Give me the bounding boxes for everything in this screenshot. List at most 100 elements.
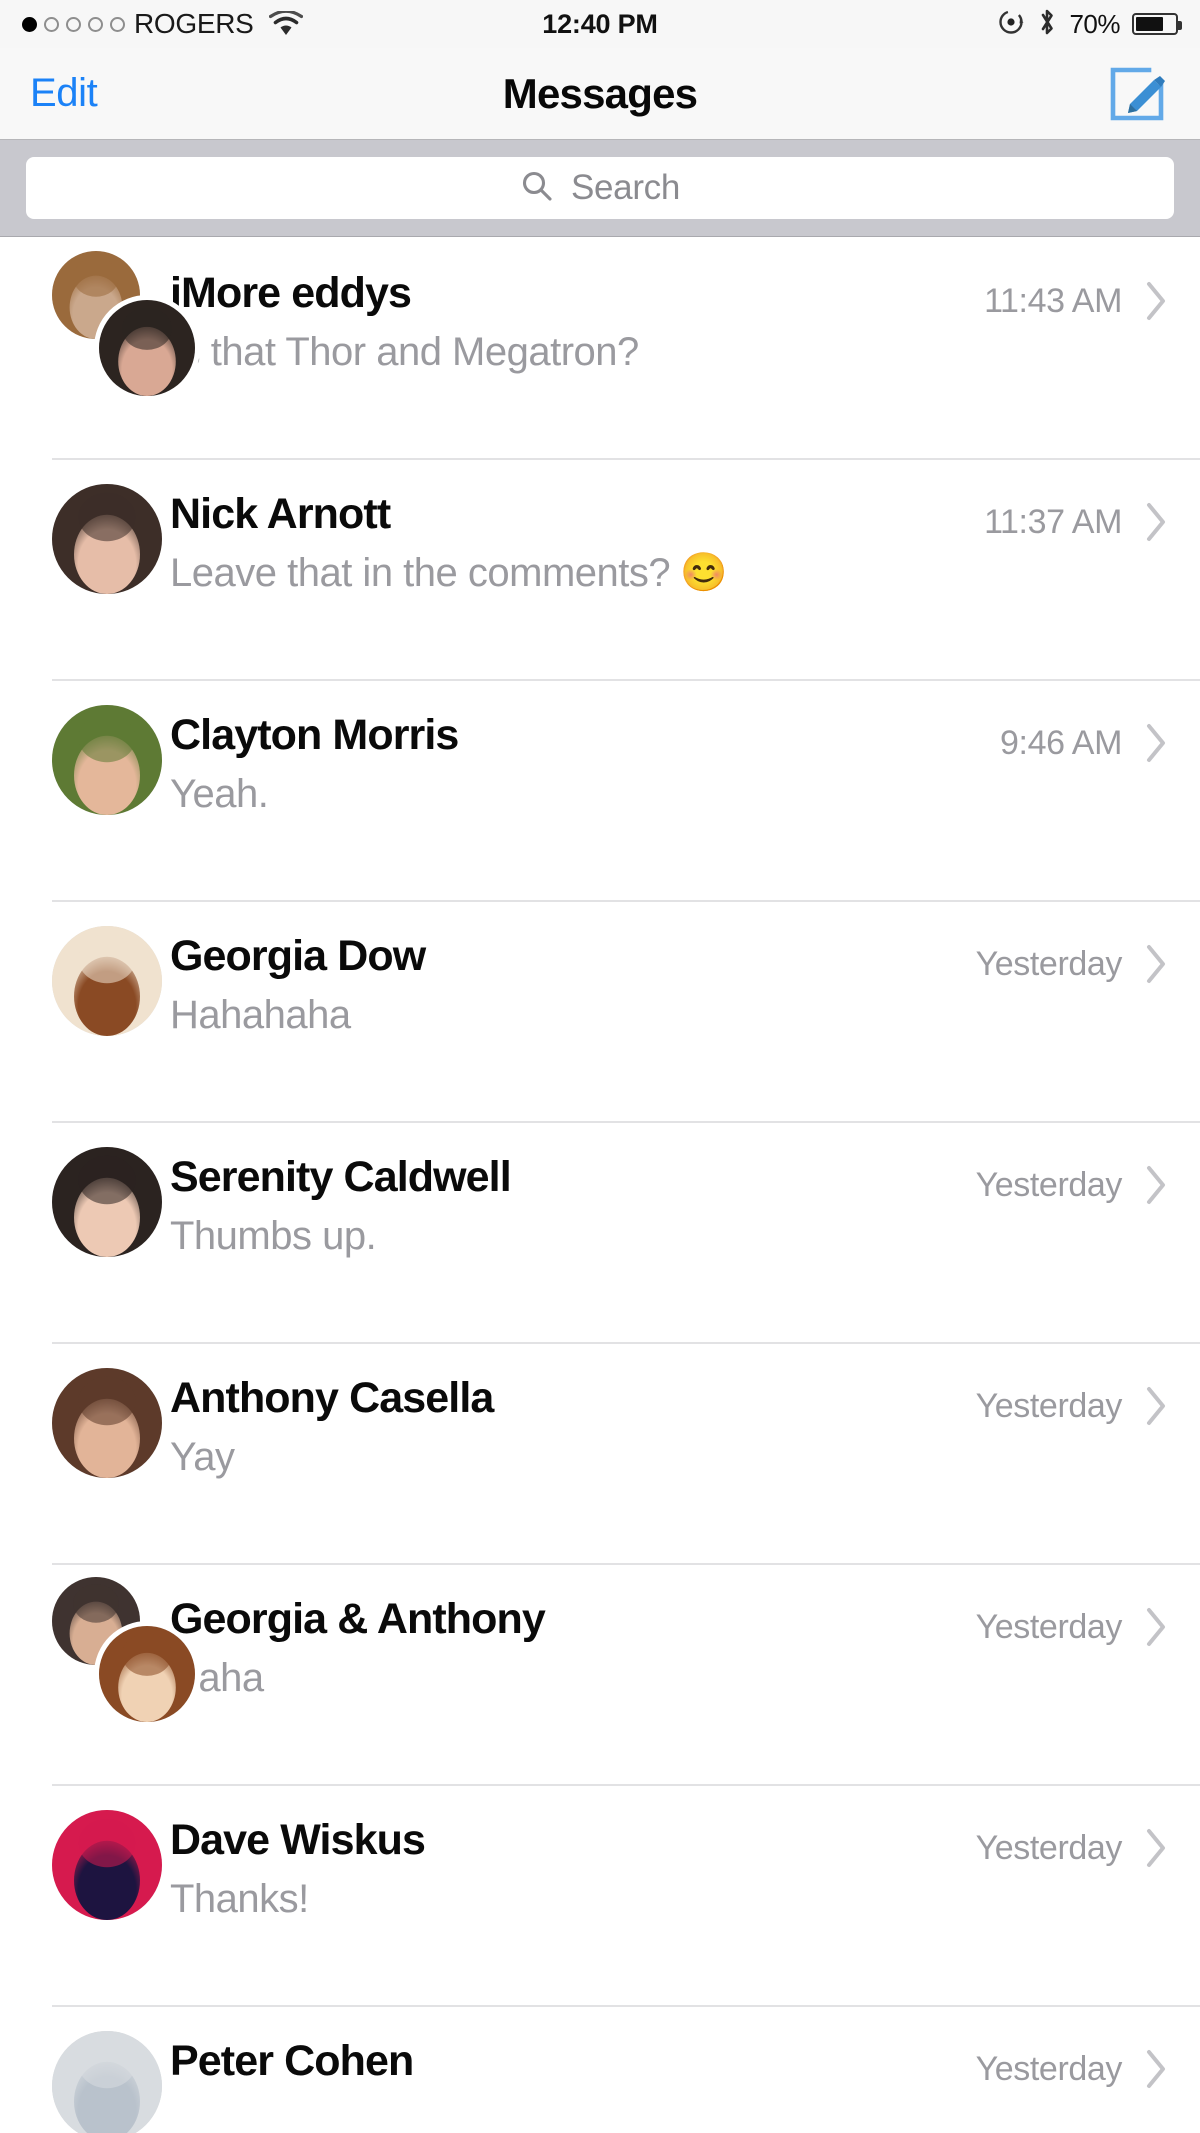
search-icon bbox=[520, 169, 554, 208]
preview-text: Leave that in the comments? bbox=[170, 551, 671, 596]
conversation-text: Georgia Dow Hahahaha bbox=[170, 900, 976, 1037]
conversation-text: Peter Cohen bbox=[170, 2005, 976, 2098]
chevron-right-icon bbox=[1144, 1826, 1170, 1870]
status-bar-left: ROGERS bbox=[22, 8, 303, 40]
conversation-timestamp: 11:37 AM bbox=[984, 502, 1122, 541]
preview-emoji-icon: 😊 bbox=[680, 552, 727, 595]
conversation-name: Peter Cohen bbox=[170, 2039, 414, 2085]
chevron-right-icon bbox=[1144, 500, 1170, 544]
conversation-preview: Hahahaha bbox=[170, 993, 976, 1037]
conversation-row[interactable]: Serenity Caldwell Thumbs up. Yesterday bbox=[0, 1121, 1200, 1342]
conversation-name: Serenity Caldwell bbox=[170, 1155, 512, 1201]
avatar bbox=[52, 1342, 170, 1492]
edit-button[interactable]: Edit bbox=[30, 71, 98, 116]
avatar-group-front bbox=[94, 295, 200, 401]
avatar bbox=[52, 1784, 170, 1934]
chevron-right-icon bbox=[1144, 1384, 1170, 1428]
avatar bbox=[52, 900, 170, 1050]
conversation-list: iMore eddys Is that Thor and Megatron? 11:… bbox=[0, 237, 1200, 2133]
search-input[interactable]: Search bbox=[26, 157, 1174, 219]
conversation-text: Georgia & Anthony Haha bbox=[170, 1563, 976, 1700]
chevron-right-icon bbox=[1144, 1605, 1170, 1649]
preview-text: Thumbs up. bbox=[170, 1214, 377, 1259]
conversation-text: Clayton Morris Yeah. bbox=[170, 679, 1000, 816]
conversation-meta: 9:46 AM bbox=[1000, 679, 1170, 765]
conversation-row[interactable]: Anthony Casella Yay Yesterday bbox=[0, 1342, 1200, 1563]
avatar bbox=[52, 237, 200, 401]
conversation-name: Georgia & Anthony bbox=[170, 1597, 546, 1643]
conversation-name: Anthony Casella bbox=[170, 1376, 494, 1422]
conversation-timestamp: Yesterday bbox=[975, 2049, 1123, 2088]
conversation-name: Clayton Morris bbox=[170, 713, 459, 759]
conversation-timestamp: Yesterday bbox=[975, 1386, 1123, 1425]
chevron-right-icon bbox=[1144, 2047, 1170, 2091]
preview-text: Thanks! bbox=[170, 1877, 309, 1922]
avatar-photo bbox=[52, 2031, 162, 2133]
avatar-photo bbox=[52, 926, 162, 1036]
conversation-meta: Yesterday bbox=[976, 2005, 1170, 2091]
carrier-label: ROGERS bbox=[134, 8, 254, 39]
chevron-right-icon bbox=[1144, 1163, 1170, 1207]
conversation-preview: Is that Thor and Megatron? bbox=[170, 330, 984, 374]
conversation-row[interactable]: Dave Wiskus Thanks! Yesterday bbox=[0, 1784, 1200, 2005]
conversation-meta: 11:43 AM bbox=[984, 237, 1170, 323]
conversation-row[interactable]: Peter Cohen Yesterday bbox=[0, 2005, 1200, 2133]
conversation-preview: Yeah. bbox=[170, 772, 1000, 816]
preview-text: Yeah. bbox=[170, 772, 269, 817]
conversation-name: Dave Wiskus bbox=[170, 1818, 426, 1864]
conversation-row[interactable]: Georgia Dow Hahahaha Yesterday bbox=[0, 900, 1200, 1121]
avatar-photo bbox=[52, 484, 162, 594]
conversation-text: Serenity Caldwell Thumbs up. bbox=[170, 1121, 976, 1258]
compose-icon bbox=[1110, 67, 1165, 120]
avatar-group-front bbox=[94, 1621, 200, 1727]
conversation-timestamp: 9:46 AM bbox=[1000, 723, 1122, 762]
signal-dot-empty bbox=[44, 16, 59, 32]
conversation-preview: Leave that in the comments? 😊 bbox=[170, 551, 984, 595]
conversation-text: Anthony Casella Yay bbox=[170, 1342, 976, 1479]
conversation-preview: Thanks! bbox=[170, 1877, 976, 1921]
conversation-text: Nick Arnott Leave that in the comments? 😊 bbox=[170, 458, 984, 595]
preview-text: Hahahaha bbox=[170, 993, 351, 1038]
conversation-preview: Haha bbox=[170, 1656, 976, 1700]
avatar-photo bbox=[52, 1810, 162, 1920]
wifi-icon bbox=[268, 11, 303, 37]
bluetooth-icon bbox=[1037, 7, 1057, 42]
avatar bbox=[52, 1121, 170, 1271]
conversation-row[interactable]: iMore eddys Is that Thor and Megatron? 11:… bbox=[0, 237, 1200, 458]
conversation-preview: Yay bbox=[170, 1435, 976, 1479]
conversation-timestamp: Yesterday bbox=[975, 1828, 1123, 1867]
status-bar: ROGERS 12:40 PM 70% bbox=[0, 0, 1200, 48]
search-placeholder: Search bbox=[570, 168, 681, 207]
conversation-timestamp: 11:43 AM bbox=[984, 281, 1122, 320]
chevron-right-icon bbox=[1144, 279, 1170, 323]
avatar bbox=[52, 1563, 200, 1727]
conversation-timestamp: Yesterday bbox=[975, 944, 1123, 983]
compose-button[interactable] bbox=[1104, 61, 1170, 127]
signal-dot-empty bbox=[88, 16, 103, 32]
signal-dot-empty bbox=[110, 16, 125, 32]
preview-text: Is that Thor and Megatron? bbox=[170, 330, 639, 375]
avatar-photo bbox=[52, 705, 162, 815]
conversation-meta: Yesterday bbox=[976, 1784, 1170, 1870]
conversation-row[interactable]: Clayton Morris Yeah. 9:46 AM bbox=[0, 679, 1200, 900]
conversation-name: Georgia Dow bbox=[170, 934, 426, 980]
chevron-right-icon bbox=[1144, 942, 1170, 986]
search-bar-container: Search bbox=[0, 140, 1200, 237]
cellular-signal-dots bbox=[22, 16, 125, 32]
battery-icon bbox=[1132, 13, 1182, 35]
conversation-row[interactable]: Nick Arnott Leave that in the comments? 😊 1… bbox=[0, 458, 1200, 679]
status-bar-right: 70% bbox=[997, 7, 1182, 42]
conversation-meta: Yesterday bbox=[976, 1121, 1170, 1207]
conversation-name: Nick Arnott bbox=[170, 492, 391, 538]
conversation-meta: 11:37 AM bbox=[984, 458, 1170, 544]
navigation-bar: Edit Messages bbox=[0, 48, 1200, 140]
avatar-photo bbox=[52, 1147, 162, 1257]
chevron-right-icon bbox=[1144, 721, 1170, 765]
conversation-timestamp: Yesterday bbox=[975, 1607, 1123, 1646]
conversation-row[interactable]: Georgia & Anthony Haha Yesterday bbox=[0, 1563, 1200, 1784]
avatar bbox=[52, 458, 170, 608]
avatar-photo bbox=[52, 1368, 162, 1478]
avatar bbox=[52, 679, 170, 829]
battery-percentage: 70% bbox=[1069, 8, 1120, 39]
avatar bbox=[52, 2005, 170, 2133]
